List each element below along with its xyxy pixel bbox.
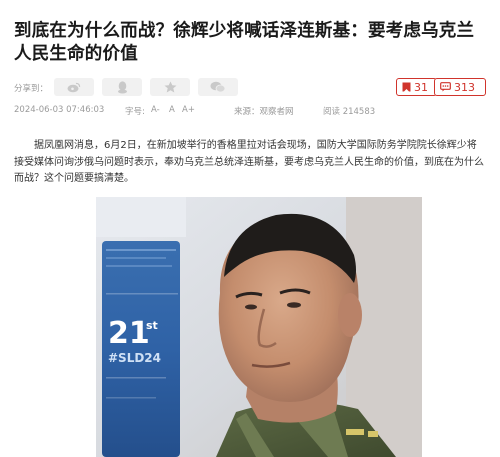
weibo-icon <box>67 82 81 92</box>
article-photo: 21 st #SLD24 <box>96 197 422 457</box>
article-source: 来源：观察者网 <box>234 107 294 117</box>
share-label: 分享到： <box>14 84 49 94</box>
font-size-label: 字号: <box>125 107 145 117</box>
publish-datetime: 2024-06-03 07:46:03 <box>14 105 105 115</box>
share-toolbar: 分享到： 31 313 <box>14 78 486 98</box>
message-icon <box>440 82 451 92</box>
qq-icon <box>117 80 127 93</box>
font-decrease-button[interactable]: A- <box>151 105 160 115</box>
message-count: 313 <box>454 80 475 94</box>
comment-icon <box>402 82 411 92</box>
qzone-share-button[interactable] <box>150 78 190 96</box>
event-sign-board: 21 st #SLD24 <box>102 241 180 457</box>
wechat-icon <box>210 81 226 93</box>
message-count-badge[interactable]: 313 <box>434 78 486 96</box>
wechat-share-button[interactable] <box>198 78 238 96</box>
qzone-icon <box>164 81 176 93</box>
sign-code: #SLD24 <box>108 351 161 365</box>
comment-count-badge[interactable]: 31 <box>396 78 437 96</box>
sign-number: 21 <box>108 316 150 351</box>
sign-suffix: st <box>146 319 158 332</box>
officer-photo: 21 st #SLD24 <box>96 197 422 457</box>
comment-count: 31 <box>414 80 428 94</box>
font-increase-button[interactable]: A+ <box>182 105 195 115</box>
article-meta: 2024-06-03 07:46:03 字号: A- A A+ 来源：观察者网 … <box>14 105 486 119</box>
qq-share-button[interactable] <box>102 78 142 96</box>
font-normal-button[interactable]: A <box>169 105 175 115</box>
weibo-share-button[interactable] <box>54 78 94 96</box>
read-count: 阅读 214583 <box>323 107 376 117</box>
article-headline: 到底在为什么而战？徐辉少将喊话泽连斯基：要考虑乌克兰人民生命的价值 <box>14 21 475 64</box>
article-page: 到底在为什么而战？徐辉少将喊话泽连斯基：要考虑乌克兰人民生命的价值 分享到： 3… <box>0 0 500 457</box>
article-body: 据凤凰网消息，6月2日，在新加坡举行的香格里拉对话会现场，国防大学国际防务学院院… <box>14 140 484 184</box>
